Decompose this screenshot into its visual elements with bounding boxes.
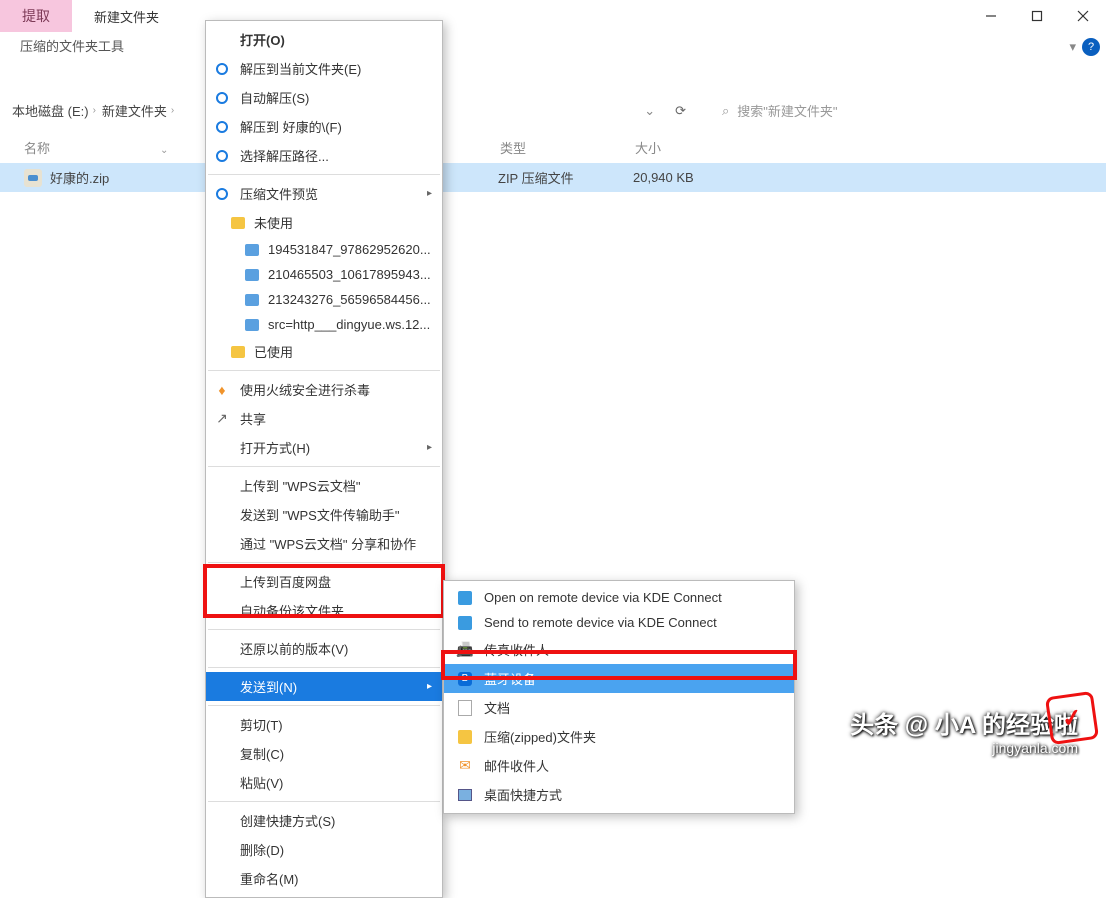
- submenu-documents[interactable]: 文档: [444, 693, 794, 722]
- refresh-icon[interactable]: ⟳: [675, 103, 686, 119]
- menu-open-with[interactable]: 打开方式(H)▸: [206, 433, 442, 462]
- watermark: 头条 @ 小A 的经验啦 jingyanla.com: [850, 705, 1078, 756]
- folder-icon: [231, 217, 245, 229]
- menu-extract-to[interactable]: 解压到 好康的\(F): [206, 112, 442, 141]
- menu-file-item[interactable]: 210465503_10617895943...: [206, 262, 442, 287]
- submenu-bluetooth[interactable]: B蓝牙设备: [444, 664, 794, 693]
- close-button[interactable]: [1060, 0, 1106, 32]
- help-icon[interactable]: ?: [1082, 38, 1100, 56]
- menu-paste[interactable]: 粘贴(V): [206, 768, 442, 797]
- file-row[interactable]: 好康的.zip ZIP 压缩文件 20,940 KB: [0, 163, 1106, 192]
- column-name[interactable]: 名称: [24, 141, 50, 156]
- file-icon: [245, 244, 259, 256]
- column-type[interactable]: 类型: [500, 138, 635, 157]
- window-title: 新建文件夹: [72, 7, 159, 26]
- submenu-zip[interactable]: 压缩(zipped)文件夹: [444, 722, 794, 751]
- archive-icon: [216, 63, 228, 75]
- watermark-text: 头条 @ 小A 的经验啦: [850, 705, 1078, 740]
- maximize-button[interactable]: [1014, 0, 1060, 32]
- kde-icon: [458, 616, 472, 630]
- address-bar[interactable]: 本地磁盘 (E:) › 新建文件夹 › ⌄ ⟳ ⌕ 搜索"新建文件夹": [0, 89, 1106, 132]
- sort-icon[interactable]: ⌄: [160, 145, 168, 156]
- menu-baidu-backup[interactable]: 自动备份该文件夹: [206, 596, 442, 625]
- menu-wps-share[interactable]: 通过 "WPS云文档" 分享和协作: [206, 529, 442, 558]
- context-menu: 打开(O) 解压到当前文件夹(E) 自动解压(S) 解压到 好康的\(F) 选择…: [205, 20, 443, 898]
- menu-shortcut[interactable]: 创建快捷方式(S): [206, 806, 442, 835]
- menu-rename[interactable]: 重命名(M): [206, 864, 442, 893]
- menu-open[interactable]: 打开(O): [206, 25, 442, 54]
- search-icon: ⌕: [722, 103, 729, 119]
- menu-delete[interactable]: 删除(D): [206, 835, 442, 864]
- menu-restore[interactable]: 还原以前的版本(V): [206, 634, 442, 663]
- menu-send-to[interactable]: 发送到(N)▸: [206, 672, 442, 701]
- submenu-desktop[interactable]: 桌面快捷方式: [444, 780, 794, 809]
- dropdown-icon[interactable]: ⌄: [644, 103, 655, 119]
- extract-tab[interactable]: 提取: [0, 0, 72, 32]
- menu-extract-current[interactable]: 解压到当前文件夹(E): [206, 54, 442, 83]
- submenu-kde-send[interactable]: Send to remote device via KDE Connect: [444, 610, 794, 635]
- column-size[interactable]: 大小: [635, 138, 755, 157]
- menu-wps-upload[interactable]: 上传到 "WPS云文档": [206, 471, 442, 500]
- submenu-kde-open[interactable]: Open on remote device via KDE Connect: [444, 585, 794, 610]
- search-input[interactable]: ⌕ 搜索"新建文件夹": [714, 97, 1094, 124]
- minimize-button[interactable]: [968, 0, 1014, 32]
- archive-icon: [216, 188, 228, 200]
- antivirus-icon: ♦: [214, 382, 230, 398]
- share-icon: ↗: [214, 411, 230, 427]
- chevron-right-icon: ›: [93, 105, 96, 116]
- menu-file-item[interactable]: 213243276_56596584456...: [206, 287, 442, 312]
- chevron-right-icon: ▸: [427, 681, 432, 692]
- menu-wps-send[interactable]: 发送到 "WPS文件传输助手": [206, 500, 442, 529]
- mail-icon: ✉: [456, 757, 474, 775]
- zip-file-icon: [24, 169, 42, 187]
- zip-folder-icon: [458, 730, 472, 744]
- file-size: 20,940 KB: [633, 170, 753, 185]
- menu-zip-preview[interactable]: 压缩文件预览▸: [206, 179, 442, 208]
- chevron-right-icon: ›: [171, 105, 174, 116]
- menu-auto-extract[interactable]: 自动解压(S): [206, 83, 442, 112]
- ribbon-label[interactable]: 压缩的文件夹工具: [12, 32, 132, 59]
- send-to-submenu: Open on remote device via KDE Connect Se…: [443, 580, 795, 814]
- file-icon: [245, 319, 259, 331]
- submenu-fax[interactable]: 📠传真收件人: [444, 635, 794, 664]
- menu-share[interactable]: ↗共享: [206, 404, 442, 433]
- bluetooth-icon: B: [458, 672, 472, 686]
- file-icon: [245, 294, 259, 306]
- menu-scan[interactable]: ♦使用火绒安全进行杀毒: [206, 375, 442, 404]
- watermark-badge: ✓: [1045, 691, 1099, 745]
- menu-unused-folder[interactable]: 未使用: [206, 208, 442, 237]
- file-icon: [245, 269, 259, 281]
- watermark-url: jingyanla.com: [850, 740, 1078, 756]
- fax-icon: 📠: [456, 641, 474, 659]
- menu-baidu-upload[interactable]: 上传到百度网盘: [206, 567, 442, 596]
- folder-icon: [231, 346, 245, 358]
- menu-select-path[interactable]: 选择解压路径...: [206, 141, 442, 170]
- file-type: ZIP 压缩文件: [498, 168, 633, 187]
- chevron-right-icon: ▸: [427, 188, 432, 199]
- menu-file-item[interactable]: 194531847_97862952620...: [206, 237, 442, 262]
- archive-icon: [216, 150, 228, 162]
- menu-used-folder[interactable]: 已使用: [206, 337, 442, 366]
- menu-cut[interactable]: 剪切(T): [206, 710, 442, 739]
- column-headers: 名称 ⌄ 类型 大小: [0, 132, 1106, 163]
- path-segment[interactable]: 新建文件夹: [102, 101, 167, 120]
- archive-icon: [216, 92, 228, 104]
- path-segment[interactable]: 本地磁盘 (E:): [12, 101, 89, 120]
- title-bar: 提取 新建文件夹: [0, 0, 1106, 32]
- ribbon: 压缩的文件夹工具: [0, 32, 1106, 59]
- ribbon-collapse-icon[interactable]: ▾: [1069, 39, 1076, 55]
- menu-file-item[interactable]: src=http___dingyue.ws.12...: [206, 312, 442, 337]
- chevron-right-icon: ▸: [427, 442, 432, 453]
- kde-icon: [458, 591, 472, 605]
- desktop-icon: [458, 789, 472, 801]
- search-placeholder: 搜索"新建文件夹": [737, 101, 837, 120]
- menu-copy[interactable]: 复制(C): [206, 739, 442, 768]
- submenu-mail[interactable]: ✉邮件收件人: [444, 751, 794, 780]
- archive-icon: [216, 121, 228, 133]
- document-icon: [458, 700, 472, 716]
